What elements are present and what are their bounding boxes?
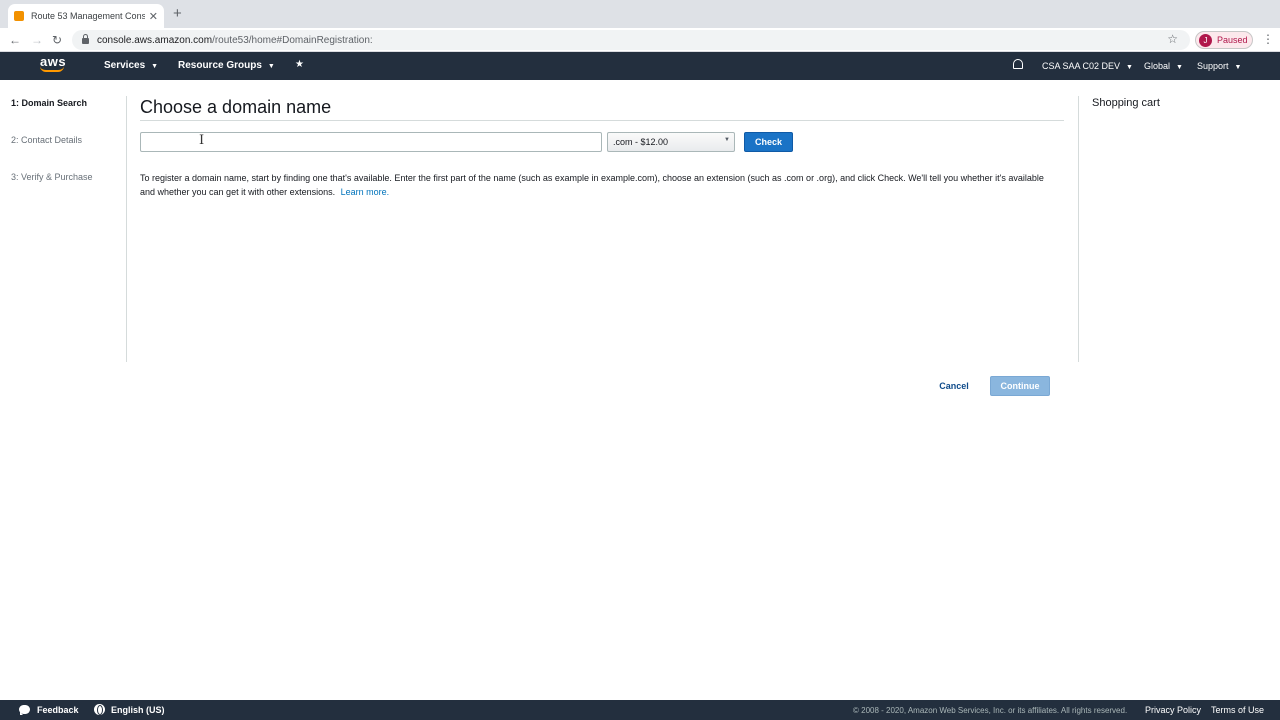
profile-status: Paused (1217, 35, 1248, 45)
url-host: console.aws.amazon.com (97, 34, 213, 46)
new-tab-icon[interactable]: + (173, 6, 182, 22)
feedback-icon (19, 705, 30, 715)
support-label: Support (1197, 61, 1229, 71)
text-cursor-icon: I (199, 133, 205, 148)
forward-icon[interactable]: → (31, 32, 43, 48)
resource-groups-label: Resource Groups (178, 60, 262, 71)
domain-name-input[interactable] (140, 132, 602, 152)
globe-icon (94, 704, 105, 715)
chevron-down-icon: ▼ (1234, 64, 1242, 71)
check-button[interactable]: Check (744, 132, 793, 152)
account-menu[interactable]: CSA SAA C02 DEV ▼ (1042, 61, 1133, 71)
route53-favicon-icon (14, 11, 24, 21)
url-path: /route53/home#DomainRegistration: (212, 34, 373, 46)
privacy-policy-link[interactable]: Privacy Policy (1145, 705, 1201, 715)
region-label: Global (1144, 61, 1171, 71)
address-bar[interactable]: console.aws.amazon.com/route53/home#Doma… (72, 30, 1190, 50)
cancel-button[interactable]: Cancel (930, 377, 978, 395)
help-text: To register a domain name, start by find… (140, 171, 1055, 199)
avatar: J (1199, 33, 1212, 47)
bookmark-star-icon[interactable]: ☆ (1167, 32, 1178, 46)
page-title: Choose a domain name (140, 97, 332, 117)
reload-icon[interactable]: ↻ (52, 32, 62, 48)
divider (126, 96, 127, 362)
browser-toolbar: ← → ↻ console.aws.amazon.com/route53/hom… (0, 28, 1280, 52)
aws-logo[interactable]: aws (40, 55, 66, 72)
step-domain-search[interactable]: 1: Domain Search (11, 98, 87, 108)
tld-select-value: .com - $12.00 (613, 137, 669, 147)
tab-title: Route 53 Management Console (31, 11, 145, 21)
chevron-down-icon: ▼ (1176, 64, 1183, 71)
shopping-cart-title: Shopping cart (1092, 97, 1160, 109)
aws-nav-bar: aws Services ▼ Resource Groups ▼ ★ CSA SAA… (0, 52, 1280, 80)
chevron-down-icon: ▼ (724, 137, 730, 143)
step-verify-purchase[interactable]: 3: Verify & Purchase (11, 172, 93, 182)
browser-tab[interactable]: Route 53 Management Console ✕ (8, 4, 164, 28)
tld-select[interactable]: .com - $12.00 ▼ (607, 132, 735, 152)
step-contact-details[interactable]: 2: Contact Details (11, 135, 82, 145)
pin-icon[interactable]: ★ (295, 59, 304, 70)
continue-button[interactable]: Continue (990, 376, 1050, 396)
feedback-link[interactable]: Feedback (37, 705, 79, 715)
profile-button[interactable]: J Paused (1195, 31, 1253, 49)
resource-groups-menu[interactable]: Resource Groups ▼ (178, 60, 275, 71)
divider (140, 120, 1064, 121)
support-menu[interactable]: Support ▼ (1197, 61, 1241, 71)
learn-more-link[interactable]: Learn more. (341, 187, 390, 197)
account-label: CSA SAA C02 DEV (1042, 61, 1121, 71)
back-icon[interactable]: ← (9, 32, 21, 48)
chevron-down-icon: ▼ (1126, 64, 1133, 71)
help-text-body: To register a domain name, start by find… (140, 173, 1044, 197)
terms-of-use-link[interactable]: Terms of Use (1211, 705, 1264, 715)
url-text: console.aws.amazon.com/route53/home#Doma… (97, 35, 373, 46)
copyright-text: © 2008 - 2020, Amazon Web Services, Inc.… (853, 706, 1128, 715)
aws-logo-text: aws (40, 54, 67, 69)
browser-menu-icon[interactable]: ⋮ (1262, 32, 1274, 46)
language-selector[interactable]: English (US) (111, 705, 165, 715)
region-menu[interactable]: Global ▼ (1144, 61, 1183, 71)
lock-icon (82, 34, 89, 44)
divider (1078, 96, 1079, 362)
bell-icon[interactable] (1013, 59, 1023, 69)
footer: Feedback English (US) © 2008 - 2020, Ama… (0, 700, 1280, 720)
chevron-down-icon: ▼ (151, 63, 159, 70)
close-tab-icon[interactable]: ✕ (149, 10, 158, 23)
chevron-down-icon: ▼ (267, 63, 275, 70)
services-label: Services (104, 60, 146, 71)
browser-tab-bar: Route 53 Management Console ✕ + (0, 0, 1280, 28)
services-menu[interactable]: Services ▼ (104, 60, 158, 71)
